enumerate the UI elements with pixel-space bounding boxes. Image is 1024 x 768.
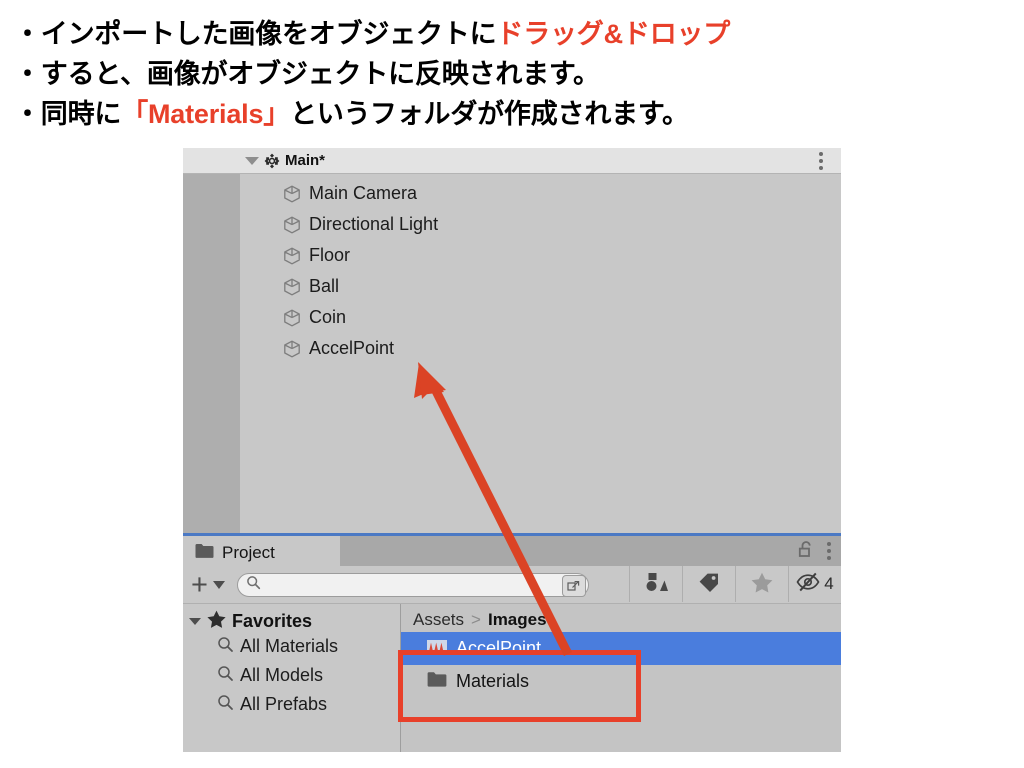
star-icon <box>751 572 773 597</box>
hierarchy-gutter <box>183 173 240 533</box>
gameobject-cube-icon <box>282 277 302 297</box>
breadcrumb-root[interactable]: Assets <box>413 610 464 630</box>
scene-root-row[interactable]: Main* <box>245 152 325 169</box>
hierarchy-item-label: Coin <box>309 307 347 327</box>
instruction-list: ・インポートした画像をオブジェクトにドラッグ&ドロップ ・すると、画像がオブジェ… <box>0 0 1024 134</box>
favorites-item-all-prefabs[interactable]: All Prefabs <box>183 690 400 719</box>
search-icon <box>217 694 234 715</box>
add-asset-button[interactable]: + <box>191 570 225 599</box>
hierarchy-item-main-camera[interactable]: Main Camera <box>240 178 841 209</box>
project-filters: 4 <box>629 566 841 602</box>
breadcrumb-current: Images <box>487 610 547 629</box>
filter-by-type-button[interactable] <box>629 566 682 602</box>
favorites-item-all-models[interactable]: All Models <box>183 661 400 690</box>
kebab-menu-icon[interactable] <box>819 152 823 170</box>
hierarchy-panel: Main* Main Camera Directional Light Floo… <box>183 148 841 533</box>
favorites-item-label: All Materials <box>240 636 339 656</box>
project-tab-controls <box>798 540 831 564</box>
search-icon <box>246 575 261 594</box>
filter-hidden-button[interactable]: 4 <box>788 566 841 602</box>
folder-icon <box>195 543 214 563</box>
hierarchy-item-floor[interactable]: Floor <box>240 240 841 271</box>
project-toolbar: + 4 <box>183 566 841 604</box>
hierarchy-item-list: Main Camera Directional Light Floor Ball <box>240 174 841 533</box>
shapes-icon <box>644 571 668 597</box>
hierarchy-item-accelpoint[interactable]: AccelPoint <box>240 333 841 364</box>
gameobject-cube-icon <box>282 308 302 328</box>
bullet-text-suffix: というフォルダが作成されます。 <box>290 99 689 129</box>
hierarchy-menu-button[interactable] <box>819 152 823 173</box>
breadcrumb: Assets > Images <box>401 604 841 632</box>
unity-logo-icon <box>264 153 280 169</box>
chevron-down-icon[interactable] <box>212 580 225 589</box>
bullet-text-prefix: ・インポートした画像をオブジェクトに <box>14 19 497 49</box>
gameobject-cube-icon <box>282 339 302 359</box>
triangle-down-icon[interactable] <box>245 156 259 165</box>
hierarchy-item-label: Main Camera <box>309 183 418 203</box>
asset-label: AccelPoint <box>456 638 542 658</box>
gameobject-cube-icon <box>282 246 302 266</box>
favorites-pane: Favorites All Materials All Models All P… <box>183 604 401 752</box>
favorites-item-label: All Models <box>240 665 324 685</box>
hierarchy-header: Main* <box>183 148 841 174</box>
filter-by-label-button[interactable] <box>682 566 735 602</box>
unity-editor-window: Main* Main Camera Directional Light Floo… <box>183 148 841 752</box>
project-panel: Project + 4 Favorites All Materials All … <box>183 533 841 752</box>
list-item: ・同時に「Materials」というフォルダが作成されます。 <box>0 94 1024 134</box>
favorites-item-all-materials[interactable]: All Materials <box>183 632 400 661</box>
hierarchy-item-label: Ball <box>309 276 340 296</box>
hierarchy-item-label: Directional Light <box>309 214 439 234</box>
gameobject-cube-icon <box>282 184 302 204</box>
asset-row-accelpoint[interactable]: AccelPoint <box>401 632 841 665</box>
bullet-text-highlight: 「Materials」 <box>121 99 291 129</box>
bullet-text-prefix: ・同時に <box>14 99 122 129</box>
search-icon <box>217 665 234 686</box>
tag-icon <box>698 572 720 596</box>
hierarchy-item-label: Floor <box>309 245 351 265</box>
asset-row-materials[interactable]: Materials <box>401 665 841 698</box>
search-icon <box>217 636 234 657</box>
hierarchy-item-label: AccelPoint <box>309 338 395 358</box>
filter-favorites-button[interactable] <box>735 566 788 602</box>
project-tabbar: Project <box>183 533 841 569</box>
triangle-down-icon[interactable] <box>189 617 201 625</box>
lock-open-icon[interactable] <box>798 540 815 564</box>
hidden-count-label: 4 <box>824 574 834 593</box>
tab-label: Project <box>222 542 275 562</box>
project-body: Favorites All Materials All Models All P… <box>183 604 841 752</box>
eye-off-icon <box>796 572 821 596</box>
texture-asset-icon <box>427 638 447 660</box>
search-input[interactable] <box>236 572 589 597</box>
asset-label: Materials <box>456 671 530 691</box>
folder-icon <box>427 671 447 692</box>
asset-content-pane: Assets > Images AccelPoint Materials <box>401 604 841 752</box>
tab-project[interactable]: Project <box>183 536 340 569</box>
plus-icon[interactable]: + <box>191 570 208 599</box>
scene-name-label: Main* <box>285 152 326 169</box>
hierarchy-item-directional-light[interactable]: Directional Light <box>240 209 841 240</box>
list-item: ・すると、画像がオブジェクトに反映されます。 <box>0 54 1024 94</box>
favorites-root-row[interactable]: Favorites <box>183 604 400 632</box>
breadcrumb-separator: > <box>471 610 481 629</box>
star-icon <box>207 610 226 632</box>
expand-search-icon[interactable] <box>561 574 586 597</box>
favorites-label: Favorites <box>232 610 313 631</box>
gameobject-cube-icon <box>282 215 302 235</box>
list-item: ・インポートした画像をオブジェクトにドラッグ&ドロップ <box>0 14 1024 54</box>
bullet-text-prefix: ・すると、画像がオブジェクトに反映されます。 <box>14 59 600 89</box>
kebab-menu-icon[interactable] <box>827 541 831 563</box>
favorites-item-label: All Prefabs <box>240 694 328 714</box>
hierarchy-item-ball[interactable]: Ball <box>240 271 841 302</box>
bullet-text-highlight: ドラッグ&ドロップ <box>496 19 731 49</box>
hierarchy-item-coin[interactable]: Coin <box>240 302 841 333</box>
